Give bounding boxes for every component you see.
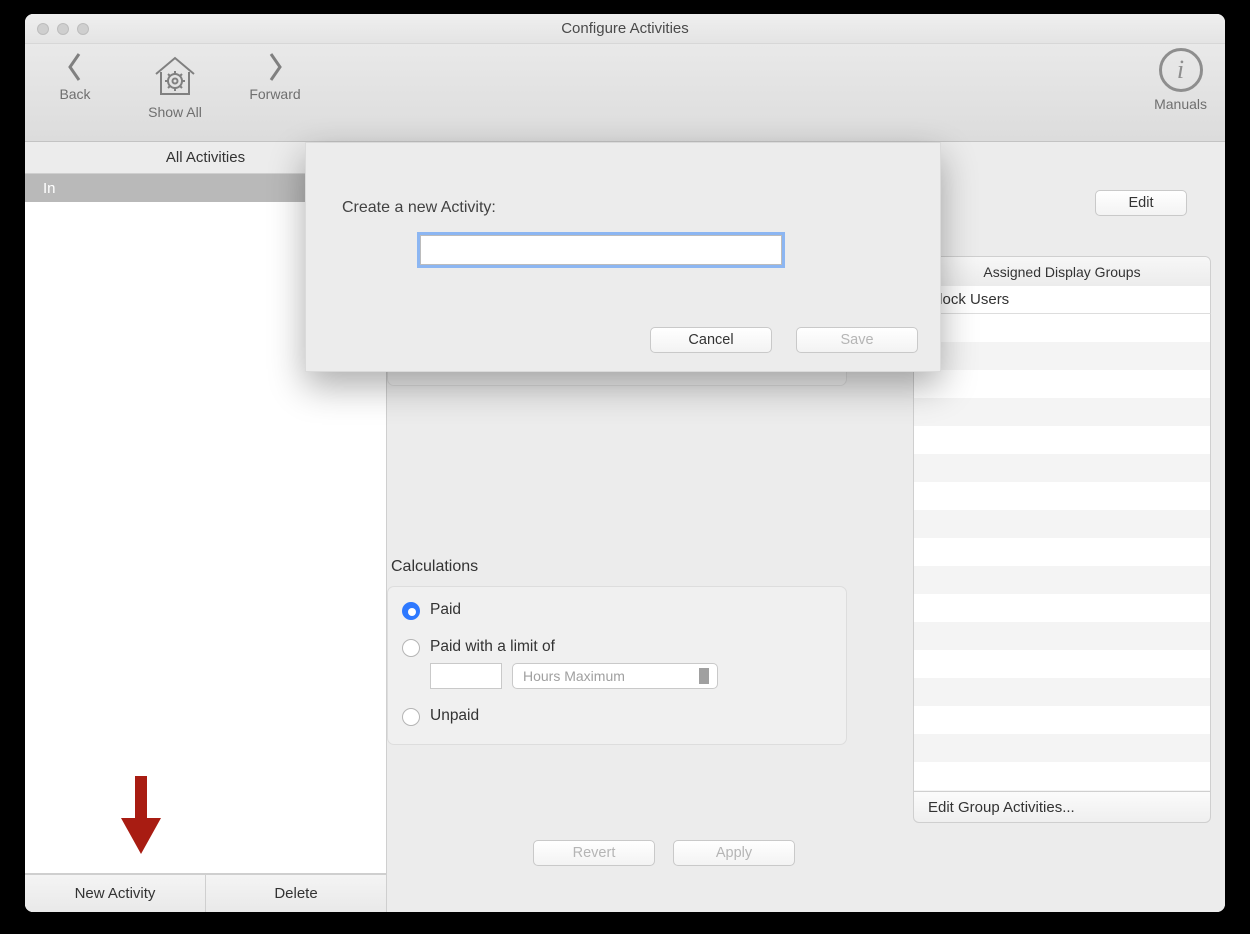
select-value: Hours Maximum	[523, 668, 625, 684]
updown-icon: ▲▼	[701, 667, 711, 685]
back-label: Back	[59, 86, 90, 102]
toolbar: Back Show All	[25, 44, 1225, 142]
calculations-panel: Paid Paid with a limit of Hours Maximum …	[387, 586, 847, 745]
back-button[interactable]: Back	[39, 50, 111, 120]
groups-tab[interactable]: Assigned Display Groups	[914, 257, 1210, 287]
edit-button[interactable]: Edit	[1095, 190, 1187, 216]
edit-group-activities-button[interactable]: Edit Group Activities...	[913, 791, 1211, 823]
radio-icon	[402, 602, 420, 620]
option-label: Paid	[430, 601, 461, 619]
dialog-prompt: Create a new Activity:	[342, 199, 496, 217]
save-button[interactable]: Save	[796, 327, 918, 353]
limit-amount-input[interactable]	[430, 663, 502, 689]
new-activity-button[interactable]: New Activity	[25, 875, 206, 912]
show-all-label: Show All	[148, 104, 202, 120]
forward-label: Forward	[249, 86, 300, 102]
cancel-button[interactable]: Cancel	[650, 327, 772, 353]
radio-icon	[402, 708, 420, 726]
option-paid[interactable]: Paid	[402, 601, 832, 620]
forward-button[interactable]: Forward	[239, 50, 311, 120]
option-label: Unpaid	[430, 707, 479, 725]
radio-icon	[402, 639, 420, 657]
new-activity-dialog: Create a new Activity: Cancel Save	[305, 142, 941, 372]
info-icon: i	[1159, 48, 1203, 92]
option-paid-limit[interactable]: Paid with a limit of	[402, 638, 832, 657]
app-window: Configure Activities Back	[25, 14, 1225, 912]
groups-list[interactable]	[913, 314, 1211, 791]
revert-button[interactable]: Revert	[533, 840, 655, 866]
home-gear-icon	[152, 50, 198, 102]
form-actions: Revert Apply	[533, 840, 795, 866]
arrow-annotation-icon	[117, 776, 165, 854]
show-all-button[interactable]: Show All	[139, 50, 211, 120]
manuals-button[interactable]: i Manuals	[1154, 46, 1207, 112]
window-title: Configure Activities	[25, 20, 1225, 37]
chevron-right-icon	[265, 50, 285, 84]
calculations-title: Calculations	[391, 558, 478, 576]
chevron-left-icon	[65, 50, 85, 84]
activity-name-input[interactable]	[420, 235, 782, 265]
delete-activity-button[interactable]: Delete	[206, 875, 386, 912]
groups-row[interactable]: eClock Users	[913, 286, 1211, 314]
option-label: Paid with a limit of	[430, 638, 555, 656]
option-unpaid[interactable]: Unpaid	[402, 707, 832, 726]
titlebar: Configure Activities	[25, 14, 1225, 44]
manuals-label: Manuals	[1154, 96, 1207, 112]
sidebar-footer: New Activity Delete	[25, 874, 386, 912]
limit-unit-select[interactable]: Hours Maximum ▲▼	[512, 663, 718, 689]
apply-button[interactable]: Apply	[673, 840, 795, 866]
